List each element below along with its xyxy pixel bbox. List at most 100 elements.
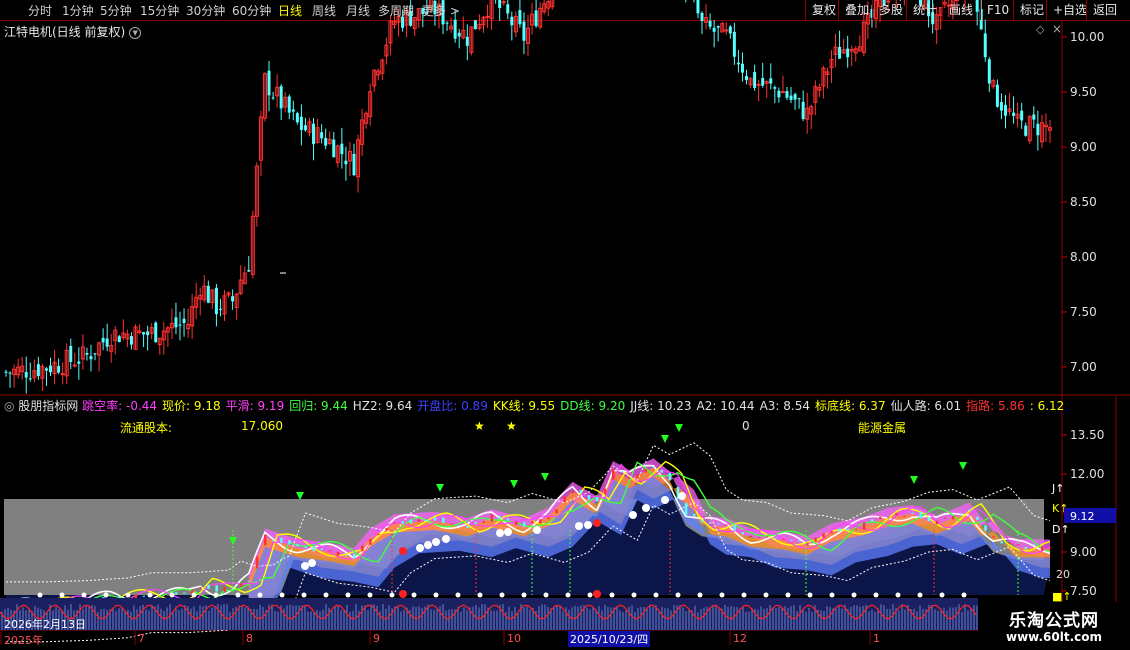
candle-body — [44, 368, 48, 371]
tab-3[interactable]: 15分钟 — [140, 2, 179, 19]
x-label-2: 8 — [246, 632, 253, 645]
mini-candle — [215, 585, 218, 592]
candle-body — [983, 33, 987, 58]
mini-candle — [636, 474, 639, 478]
cursor-date: 2025/10/23/四 — [568, 631, 651, 647]
white-marker — [917, 592, 923, 598]
candle-body — [793, 94, 797, 100]
candle-body — [8, 372, 12, 374]
candle-body — [28, 378, 32, 380]
mini-candle — [425, 519, 429, 521]
candle-body — [999, 102, 1003, 111]
candle-body — [740, 63, 744, 73]
green-arrow-icon — [959, 462, 967, 470]
candle-body — [785, 91, 789, 98]
candle-body — [789, 95, 793, 100]
signal-dot — [504, 528, 512, 536]
mini-candle — [482, 521, 485, 524]
tab-10[interactable]: 更多 > — [422, 2, 460, 19]
candle-body — [465, 36, 469, 46]
tab-5[interactable]: 60分钟 — [232, 2, 271, 19]
price-tick-label: 7.00 — [1070, 360, 1097, 374]
toolbar-button-2[interactable]: 多股 — [872, 0, 909, 20]
mini-candle — [806, 542, 809, 546]
info-item-0: 流通股本: — [120, 421, 173, 435]
signal-dot — [575, 522, 583, 530]
candle-body — [295, 113, 299, 123]
mini-candle — [393, 522, 396, 524]
mini-candle — [870, 519, 874, 522]
toolbar-button-0[interactable]: 复权 — [805, 0, 842, 20]
mini-candle — [450, 523, 453, 525]
toolbar-button-6[interactable]: 标记 — [1013, 0, 1050, 20]
indicator-value-2: 平滑: 9.19 — [225, 399, 285, 413]
mini-candle — [369, 538, 372, 545]
candle-body — [753, 72, 757, 88]
kline-chart[interactable]: 12.5012.0011.5011.0010.5010.009.509.008.… — [0, 0, 1130, 650]
white-marker — [213, 592, 219, 598]
candle-body — [761, 78, 765, 86]
signal-dot — [533, 526, 541, 534]
candle-body — [716, 26, 720, 28]
price-tick-label: 10.00 — [1070, 30, 1104, 44]
green-arrow-icon — [910, 476, 918, 484]
indicator-value-8: JJ线: 10.23 — [630, 399, 692, 413]
white-marker — [235, 592, 241, 598]
white-marker — [455, 592, 461, 598]
mini-candle — [595, 497, 599, 502]
candle-body — [93, 353, 97, 355]
tab-9[interactable]: 多周期 — [378, 2, 414, 19]
candle-body — [473, 20, 477, 30]
info-item-4: 0 — [742, 419, 750, 433]
mini-candle — [644, 469, 647, 473]
settings-icon[interactable]: ◎ — [4, 399, 18, 413]
white-marker — [147, 592, 153, 598]
tab-1[interactable]: 1分钟 — [62, 2, 94, 19]
current-value: 9.12 — [1070, 510, 1095, 523]
toolbar-button-3[interactable]: 统计 — [906, 0, 943, 20]
indicator-name[interactable]: 股朋指标网 — [18, 399, 82, 413]
mini-candle — [1000, 541, 1003, 544]
toolbar-button-5[interactable]: F10 — [980, 0, 1015, 20]
mini-candle — [911, 512, 914, 514]
mini-candle — [207, 584, 210, 589]
candle-body — [1020, 110, 1024, 121]
candle-body — [1003, 104, 1007, 116]
mini-candle — [846, 528, 850, 531]
watermark-title: 乐淘公式网 — [1009, 611, 1099, 631]
red-signal-dot — [593, 590, 601, 598]
candle-body — [1012, 112, 1016, 116]
toolbar-button-4[interactable]: 画线 — [942, 0, 979, 20]
mini-candle — [757, 537, 761, 539]
tab-6[interactable]: 日线 — [278, 2, 302, 19]
tab-2[interactable]: 5分钟 — [100, 2, 132, 19]
ind-tick-label: 9.00 — [1070, 545, 1097, 559]
tab-0[interactable]: 分时 — [28, 2, 52, 19]
candle-body — [182, 318, 186, 324]
white-marker — [543, 592, 549, 598]
candle-body — [696, 0, 700, 14]
candle-body — [344, 160, 348, 165]
ind-tick-label: 13.50 — [1070, 428, 1104, 442]
price-tick-label: 9.00 — [1070, 140, 1097, 154]
signal-dot — [308, 559, 316, 567]
toolbar-button-8[interactable]: 返回 — [1086, 0, 1123, 20]
red-signal-dot — [593, 519, 601, 527]
mini-candle — [377, 534, 380, 536]
mini-candle — [288, 540, 291, 544]
candle-body — [522, 21, 526, 41]
candle-body — [105, 338, 109, 347]
tab-7[interactable]: 周线 — [312, 2, 336, 19]
toolbar-button-1[interactable]: 叠加 — [838, 0, 875, 20]
mini-candle — [709, 522, 712, 524]
signal-dot — [416, 544, 424, 552]
tab-4[interactable]: 30分钟 — [186, 2, 225, 19]
mini-candle — [247, 581, 251, 583]
green-arrow-icon — [541, 473, 549, 481]
price-tick-label: 8.50 — [1070, 195, 1097, 209]
indicator-value-5: 开盘比: 0.89 — [417, 399, 488, 413]
candle-body — [485, 15, 490, 18]
white-marker — [587, 592, 593, 598]
mini-candle — [652, 466, 655, 468]
tab-8[interactable]: 月线 — [346, 2, 370, 19]
